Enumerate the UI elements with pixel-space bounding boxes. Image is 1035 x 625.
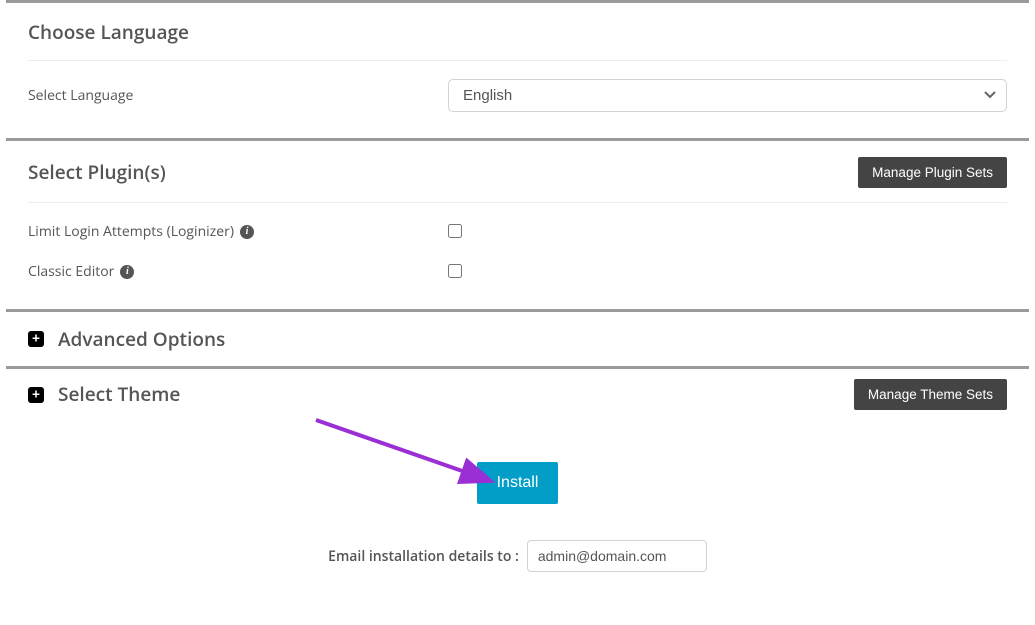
expand-icon[interactable]: + bbox=[28, 331, 44, 347]
plugin-classic-editor-label: Classic Editor bbox=[28, 262, 114, 281]
select-plugins-section: Select Plugin(s) Manage Plugin Sets Limi… bbox=[6, 141, 1029, 309]
subsection-divider bbox=[28, 202, 1007, 203]
plugin-classic-editor-checkbox[interactable] bbox=[448, 264, 462, 278]
plugin-loginizer-label: Limit Login Attempts (Loginizer) bbox=[28, 222, 234, 241]
install-button[interactable]: Install bbox=[477, 462, 559, 504]
select-language-label: Select Language bbox=[28, 86, 448, 105]
choose-language-title: Choose Language bbox=[28, 19, 1007, 46]
select-plugins-title: Select Plugin(s) bbox=[28, 159, 166, 186]
info-icon[interactable]: i bbox=[240, 225, 254, 239]
select-theme-title: Select Theme bbox=[58, 381, 180, 408]
advanced-options-section[interactable]: + Advanced Options bbox=[6, 312, 1029, 367]
plugin-loginizer-checkbox[interactable] bbox=[448, 224, 462, 238]
email-install-label: Email installation details to : bbox=[328, 547, 519, 566]
expand-icon[interactable]: + bbox=[28, 387, 44, 403]
select-theme-toggle[interactable]: + Select Theme bbox=[28, 381, 180, 408]
email-install-input[interactable] bbox=[527, 540, 707, 572]
choose-language-section: Choose Language Select Language English bbox=[6, 3, 1029, 138]
select-theme-section: + Select Theme Manage Theme Sets Install… bbox=[6, 369, 1029, 612]
manage-plugin-sets-button[interactable]: Manage Plugin Sets bbox=[858, 157, 1007, 188]
language-select[interactable]: English bbox=[448, 79, 1007, 112]
manage-theme-sets-button[interactable]: Manage Theme Sets bbox=[854, 379, 1007, 410]
advanced-options-title: Advanced Options bbox=[58, 326, 225, 353]
info-icon[interactable]: i bbox=[120, 265, 134, 279]
subsection-divider bbox=[28, 60, 1007, 61]
